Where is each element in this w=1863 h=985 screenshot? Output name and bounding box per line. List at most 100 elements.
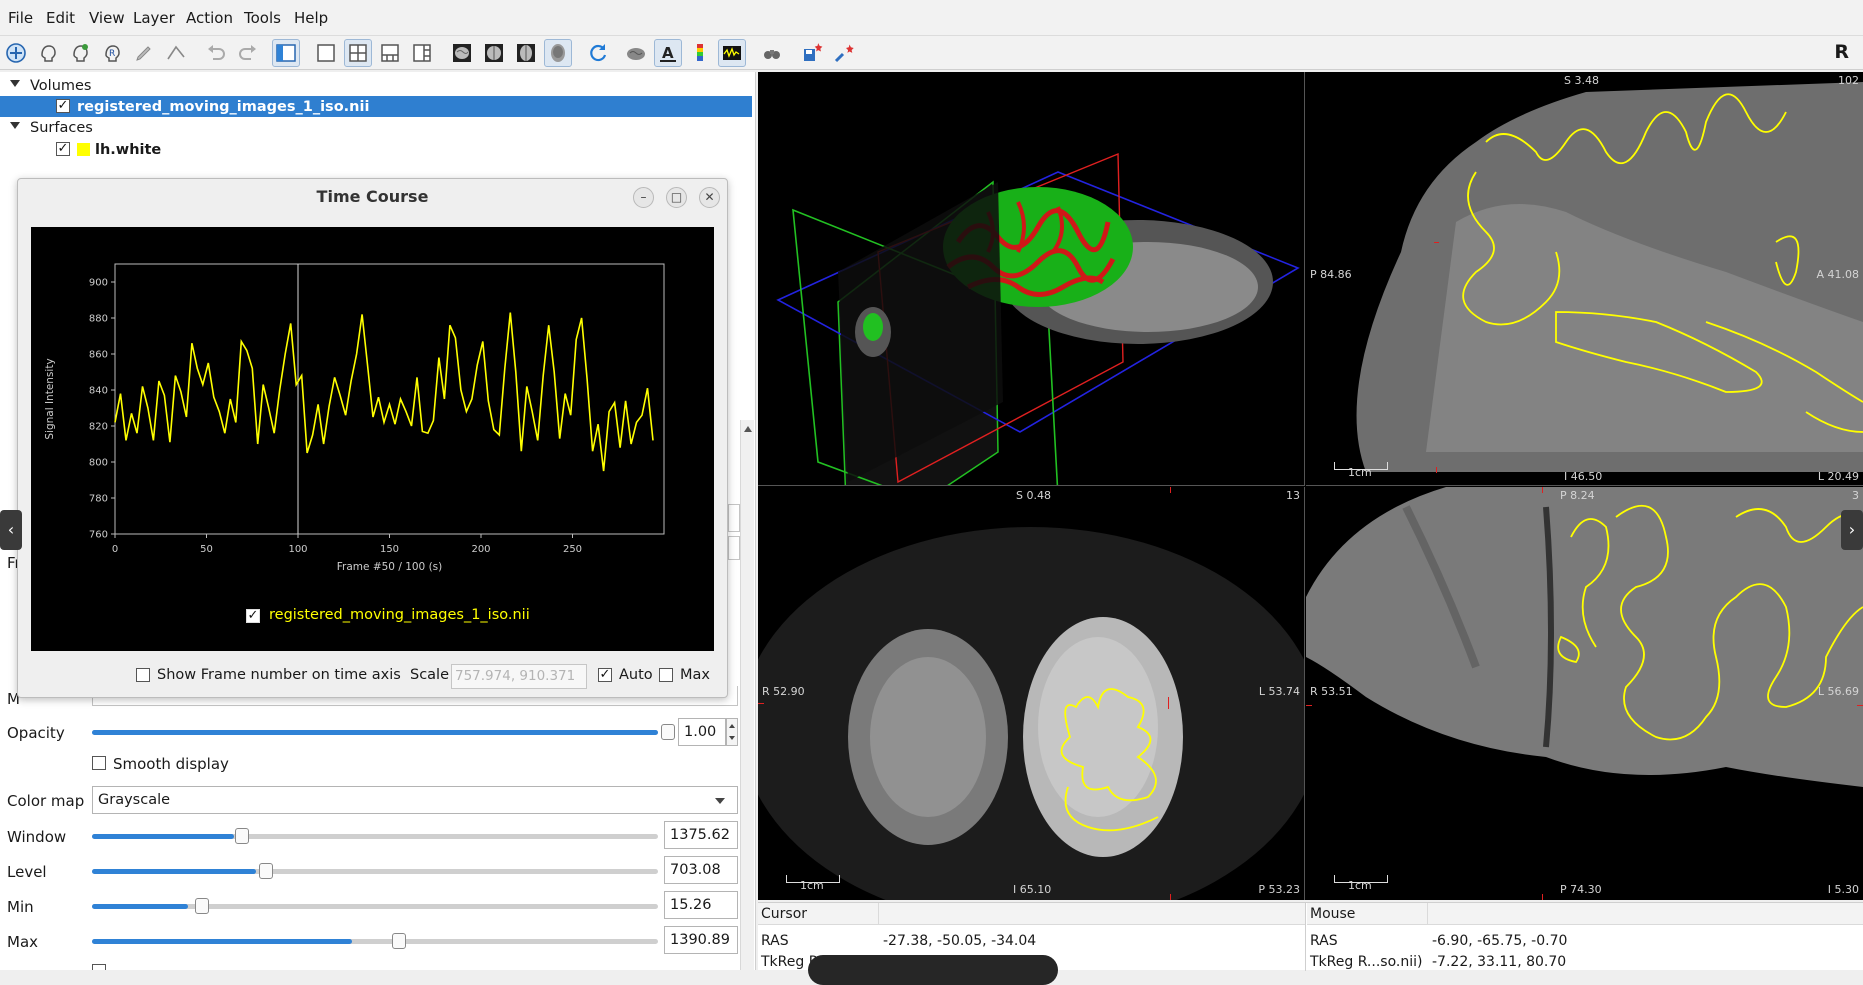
volume-visible-checkbox[interactable]: ✓	[56, 99, 70, 113]
toggle-panel-button[interactable]	[272, 39, 300, 67]
layout-2x2-button[interactable]	[344, 39, 372, 67]
max-slider-handle[interactable]	[392, 933, 406, 949]
roi-edit-button[interactable]: R	[98, 39, 126, 67]
expand-triangle-icon[interactable]	[10, 122, 20, 129]
time-course-plot[interactable]: 760 780 800 820 840 860 880 900 0 50 100 150 200 250 F…	[31, 227, 714, 651]
x-tick-label: 100	[288, 544, 307, 555]
auto-scale-checkbox[interactable]: ✓	[598, 668, 612, 682]
label-top: P 8.24	[1560, 489, 1595, 502]
view-axial-button[interactable]	[512, 39, 540, 67]
panel-scrollbar[interactable]	[740, 420, 754, 970]
opacity-input[interactable]: 1.00	[678, 718, 726, 746]
show-frame-checkbox[interactable]: ✓	[136, 668, 150, 682]
view-axial[interactable]: P 8.24 3 R 53.51 L 56.69 P 74.30 I 5.30 …	[1306, 487, 1863, 900]
partial-checkbox[interactable]	[92, 964, 106, 970]
reset-view-button[interactable]	[584, 39, 612, 67]
navigate-tool-button[interactable]	[2, 39, 30, 67]
view-coronal[interactable]: S 0.48 13 R 52.90 L 53.74 I 65.10 P 53.2…	[758, 487, 1305, 900]
series-line	[114, 312, 654, 472]
layout-1x1-button[interactable]	[312, 39, 340, 67]
menu-edit[interactable]: Edit	[46, 9, 75, 27]
layout-1-3-button[interactable]	[376, 39, 404, 67]
redo-button[interactable]	[234, 39, 262, 67]
head-roi-icon: R	[105, 45, 120, 62]
volumes-group[interactable]: Volumes	[0, 75, 752, 96]
menu-help[interactable]: Help	[294, 9, 328, 27]
plot-frame	[114, 263, 665, 535]
max-slider[interactable]	[92, 933, 658, 949]
level-slider-fill	[92, 869, 257, 874]
close-button[interactable]: ✕	[699, 187, 720, 208]
legend-checkbox[interactable]: ✓	[246, 609, 260, 623]
time-course-button[interactable]	[718, 39, 746, 67]
surfaces-group[interactable]: Surfaces	[0, 117, 752, 138]
show-colorbar-button[interactable]	[686, 39, 714, 67]
layout-1-3h-button[interactable]	[408, 39, 436, 67]
level-slider[interactable]	[92, 863, 658, 879]
window-input[interactable]: 1375.62	[664, 821, 738, 849]
expand-triangle-icon[interactable]	[10, 80, 20, 87]
window-label: Window	[7, 828, 67, 846]
goto-point-button[interactable]	[830, 39, 858, 67]
show-annotation-button[interactable]: A	[654, 39, 682, 67]
column-divider	[1427, 903, 1428, 925]
menu-file[interactable]: File	[8, 9, 33, 27]
min-slider-handle[interactable]	[195, 898, 209, 914]
opacity-slider-handle[interactable]	[661, 724, 675, 740]
menu-view[interactable]: View	[89, 9, 125, 27]
maximize-button[interactable]: □	[666, 187, 687, 208]
minimize-button[interactable]: –	[633, 187, 654, 208]
partial-hidden-combo[interactable]	[728, 536, 740, 560]
label-bottom: P 74.30	[1560, 883, 1602, 896]
spin-down-icon[interactable]	[729, 736, 735, 740]
view-coronal-button[interactable]	[480, 39, 508, 67]
max-scale-checkbox[interactable]: ✓	[659, 668, 673, 682]
pointset-edit-button[interactable]	[130, 39, 158, 67]
surface-layer-row[interactable]: ✓ lh.white	[0, 139, 752, 160]
window-slider-handle[interactable]	[235, 828, 249, 844]
layout-1-3-icon	[381, 44, 399, 62]
min-slider[interactable]	[92, 898, 658, 914]
scale-input[interactable]: 757.974, 910.371	[451, 664, 587, 689]
spin-up-icon[interactable]	[729, 724, 735, 728]
partial-hidden-button[interactable]	[728, 504, 740, 532]
colormap-label: Color map	[7, 792, 85, 810]
view-sagittal-button[interactable]	[448, 39, 476, 67]
surface-visible-checkbox[interactable]: ✓	[56, 142, 70, 156]
max-input[interactable]: 1390.89	[664, 926, 738, 954]
view-sagittal[interactable]: S 3.48 102 P 84.86 A 41.08 I 46.50 L 20.…	[1306, 72, 1863, 486]
opacity-spin-buttons[interactable]	[726, 718, 738, 746]
surface-color-swatch	[77, 143, 90, 156]
opacity-label: Opacity	[7, 724, 65, 742]
collapse-left-arrow[interactable]: ‹	[0, 510, 22, 550]
level-slider-handle[interactable]	[259, 863, 273, 879]
scroll-up-icon[interactable]	[744, 426, 752, 432]
contour-tool-button[interactable]	[162, 39, 190, 67]
viewport-grid: S 3.48 102 P 84.86 A 41.08 I 46.50 L 20.…	[758, 72, 1863, 900]
menu-action[interactable]: Action	[186, 9, 233, 27]
menu-tools[interactable]: Tools	[244, 9, 281, 27]
min-label: Min	[7, 898, 34, 916]
overlay-pill	[808, 955, 1058, 985]
min-input[interactable]: 15.26	[664, 891, 738, 919]
toggle-cursor-button[interactable]	[758, 39, 786, 67]
label-bottom-right: P 53.23	[1258, 883, 1300, 896]
level-input[interactable]: 703.08	[664, 856, 738, 884]
recon-edit-button[interactable]	[66, 39, 94, 67]
scale-bar-label: 1cm	[1348, 879, 1372, 892]
window-slider[interactable]	[92, 828, 658, 844]
opacity-slider[interactable]	[92, 724, 675, 740]
text-annotation-icon: A	[660, 44, 676, 62]
view-3d[interactable]	[758, 72, 1305, 486]
collapse-right-arrow[interactable]: ›	[1841, 510, 1863, 550]
undo-button[interactable]	[202, 39, 230, 67]
menu-layer[interactable]: Layer	[133, 9, 175, 27]
save-point-button[interactable]	[798, 39, 826, 67]
voxel-edit-button[interactable]	[34, 39, 62, 67]
view-3d-button[interactable]	[544, 39, 572, 67]
volume-layer-row[interactable]: ✓ registered_moving_images_1_iso.nii	[0, 96, 752, 117]
colormap-select[interactable]: Grayscale	[92, 786, 738, 814]
x-axis-label: Frame #50 / 100 (s)	[337, 561, 442, 573]
show-surface-button[interactable]	[622, 39, 650, 67]
smooth-display-checkbox[interactable]: ✓	[92, 756, 106, 770]
